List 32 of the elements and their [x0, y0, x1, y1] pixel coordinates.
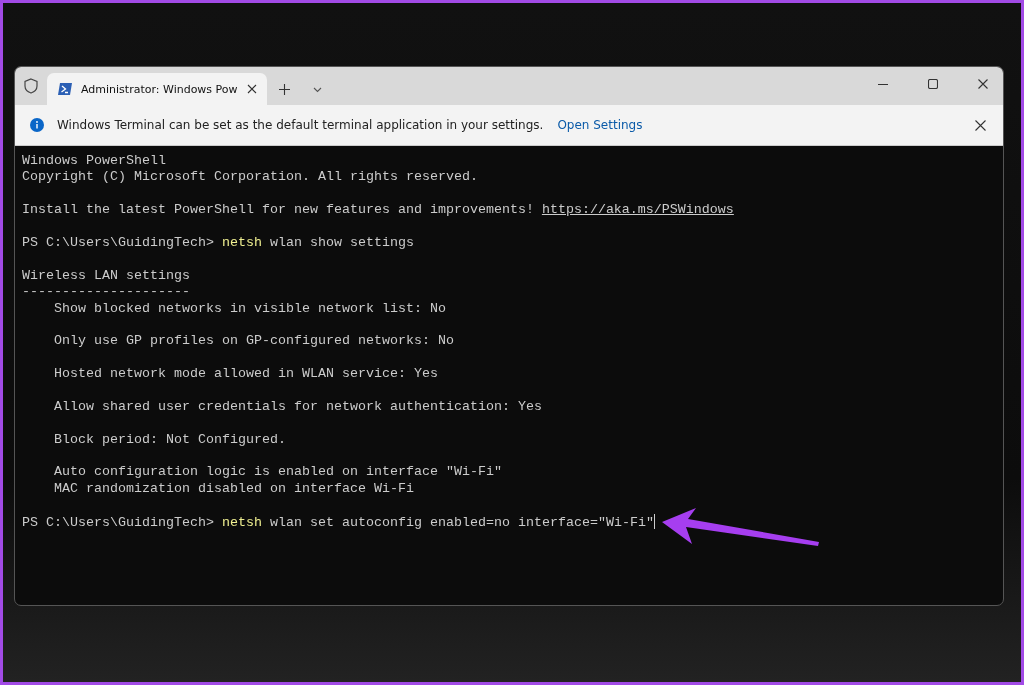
terminal-text: Show blocked networks in visible network list: No: [53, 300, 446, 316]
new-tab-icon[interactable]: [279, 84, 290, 95]
terminal-text: Allow shared user credentials for network authentication: Yes: [53, 398, 542, 414]
terminal-text: Install the latest PowerShell for new features and improvements!: [22, 202, 535, 218]
close-icon[interactable]: [975, 119, 986, 131]
command-name: netsh: [221, 514, 262, 530]
powershell-icon: [57, 82, 73, 96]
info-message: Windows Terminal can be set as the default terminal application in your settings.: [57, 118, 544, 132]
terminal-text: wlan set autoconfig enabled=no interface="Wi-Fi": [268, 514, 654, 530]
shield-icon[interactable]: [24, 78, 38, 94]
terminal-text: wlan show settings: [268, 234, 414, 250]
terminal-text: Hosted network mode allowed in WLAN service: Yes: [53, 366, 438, 382]
close-icon[interactable]: [247, 84, 257, 94]
url-link[interactable]: https://aka.ms/PSWindows: [541, 202, 734, 218]
terminal-text: PS C:\Users\GuidingTech>: [22, 234, 215, 250]
open-settings-link[interactable]: Open Settings: [557, 118, 643, 132]
terminal-tab[interactable]: Administrator: Windows Pow: [47, 73, 267, 105]
terminal-text: Auto configuration logic is enabled on interface "Wi-Fi": [53, 464, 502, 480]
terminal-text: ---------------------: [22, 284, 190, 300]
terminal-text: PS C:\Users\GuidingTech>: [22, 514, 215, 530]
info-icon: [30, 118, 44, 132]
maximize-icon[interactable]: [928, 79, 938, 89]
terminal-text: Block period: Not Configured.: [53, 431, 286, 447]
command-name: netsh: [221, 234, 262, 250]
terminal-text: Wireless LAN settings: [22, 267, 190, 283]
terminal-text: Only use GP profiles on GP-configured networks: No: [53, 333, 454, 349]
terminal-text: Windows PowerShell: [22, 153, 166, 168]
terminal-text: Copyright (C) Microsoft Corporation. All rights reserved.: [22, 169, 478, 185]
tab-title: Administrator: Windows Pow: [81, 82, 238, 96]
terminal-text: MAC randomization disabled on interface Wi-Fi: [53, 480, 414, 496]
dropdown-caret-icon[interactable]: [313, 87, 322, 93]
close-icon[interactable]: [978, 79, 988, 89]
